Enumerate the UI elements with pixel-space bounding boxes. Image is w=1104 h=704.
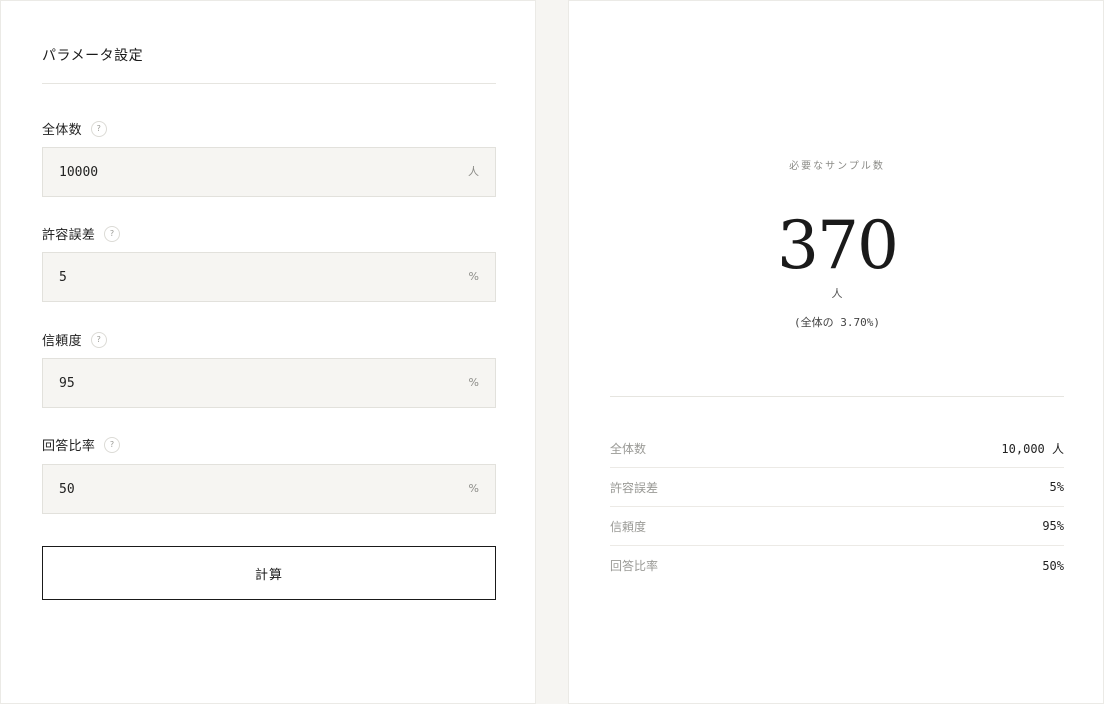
sample-size-value: 370: [777, 207, 899, 284]
population-input[interactable]: [43, 148, 443, 196]
parameter-panel: パラメータ設定 全体数 ? 人 許容誤差 ? % 信頼度 ? % 回答比率 ? …: [0, 0, 536, 704]
summary-key: 回答比率: [610, 559, 659, 573]
summary-row-confidence: 信頼度 95%: [610, 507, 1064, 546]
margin-label-row: 許容誤差 ?: [42, 224, 121, 243]
summary-value: 50%: [1042, 558, 1064, 573]
response-ratio-unit: %: [468, 482, 479, 495]
calculate-button[interactable]: 計算: [42, 546, 496, 600]
population-label: 全体数: [42, 123, 82, 138]
response-ratio-label-row: 回答比率 ?: [42, 435, 121, 454]
confidence-input[interactable]: [43, 359, 443, 407]
margin-field: %: [42, 252, 496, 302]
summary-value: 95%: [1042, 519, 1064, 533]
margin-unit: %: [468, 270, 479, 283]
sample-size-unit: 人: [831, 287, 843, 300]
help-icon[interactable]: ?: [104, 225, 121, 242]
summary-row-population: 全体数 10,000 人: [610, 429, 1064, 468]
summary-row-response-ratio: 回答比率 50%: [610, 546, 1064, 585]
population-label-row: 全体数 ?: [42, 119, 107, 138]
margin-input[interactable]: [43, 253, 443, 301]
population-unit: 人: [468, 165, 479, 178]
confidence-field: %: [42, 358, 496, 408]
title-divider: [42, 83, 496, 84]
confidence-label: 信頼度: [42, 334, 82, 349]
summary-key: 全体数: [610, 441, 647, 456]
help-icon[interactable]: ?: [90, 120, 107, 137]
response-ratio-input[interactable]: [43, 465, 443, 513]
confidence-label-row: 信頼度 ?: [42, 330, 107, 349]
summary-key: 許容誤差: [610, 480, 659, 495]
summary-value: 10,000 人: [1001, 441, 1064, 456]
summary-value: 5%: [1049, 480, 1064, 494]
result-divider: [610, 396, 1064, 397]
summary-key: 信頼度: [610, 519, 647, 534]
help-icon[interactable]: ?: [104, 436, 121, 453]
response-ratio-field: %: [42, 464, 496, 514]
help-icon[interactable]: ?: [90, 331, 107, 348]
result-label: 必要なサンプル数: [789, 161, 885, 172]
summary-row-margin: 許容誤差 5%: [610, 468, 1064, 507]
result-panel: 必要なサンプル数 370 人 (全体の 3.70%) 全体数 10,000 人 …: [568, 0, 1104, 704]
response-ratio-label: 回答比率: [42, 439, 96, 454]
parameter-panel-title: パラメータ設定: [42, 48, 144, 64]
confidence-unit: %: [468, 376, 479, 389]
sample-ratio: (全体の 3.70%): [794, 316, 880, 329]
margin-label: 許容誤差: [42, 228, 96, 243]
population-field: 人: [42, 147, 496, 197]
